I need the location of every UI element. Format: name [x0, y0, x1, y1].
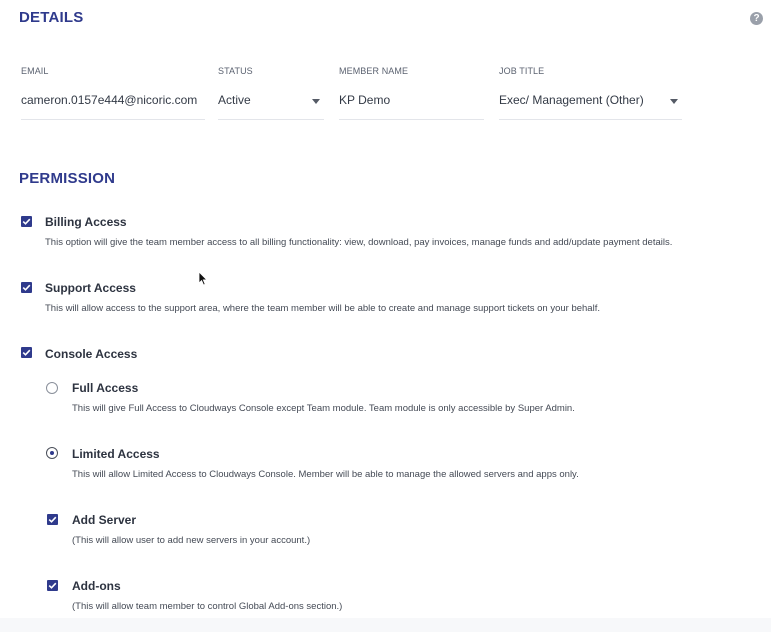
full-access-description: This will give Full Access to Cloudways …: [72, 403, 575, 414]
full-access-label[interactable]: Full Access: [72, 381, 138, 395]
add-server-label[interactable]: Add Server: [72, 513, 136, 527]
billing-access-description: This option will give the team member ac…: [45, 237, 673, 248]
chevron-down-icon: [670, 99, 678, 104]
addons-description: (This will allow team member to control …: [72, 601, 343, 612]
full-access-radio[interactable]: [46, 382, 58, 394]
status-field-group: STATUS Active: [218, 66, 324, 120]
help-icon[interactable]: ?: [750, 12, 763, 25]
addons-checkbox[interactable]: [47, 580, 58, 591]
status-label: STATUS: [218, 66, 253, 76]
job-title-label: JOB TITLE: [499, 66, 545, 76]
member-name-field-group: MEMBER NAME KP Demo: [339, 66, 484, 120]
limited-access-label[interactable]: Limited Access: [72, 447, 160, 461]
status-value: Active: [218, 93, 251, 107]
job-title-value: Exec/ Management (Other): [499, 93, 644, 107]
checkmark-icon: [22, 218, 31, 225]
email-field-group: EMAIL cameron.0157e444@nicoric.com: [21, 66, 205, 120]
support-access-description: This will allow access to the support ar…: [45, 303, 600, 314]
status-select[interactable]: Active: [218, 84, 324, 120]
mouse-cursor-icon: [198, 271, 208, 286]
limited-access-description: This will allow Limited Access to Cloudw…: [72, 469, 579, 480]
email-label: EMAIL: [21, 66, 49, 76]
console-access-checkbox[interactable]: [21, 347, 32, 358]
checkmark-icon: [22, 349, 31, 356]
job-title-select[interactable]: Exec/ Management (Other): [499, 84, 682, 120]
limited-access-radio[interactable]: [46, 447, 58, 459]
permission-heading: PERMISSION: [19, 170, 116, 187]
billing-access-checkbox[interactable]: [21, 216, 32, 227]
radio-selected-dot: [50, 451, 54, 455]
details-heading: DETAILS: [19, 9, 84, 26]
billing-access-label[interactable]: Billing Access: [45, 215, 127, 229]
console-access-label[interactable]: Console Access: [45, 347, 137, 361]
addons-label[interactable]: Add-ons: [72, 579, 121, 593]
add-server-checkbox[interactable]: [47, 514, 58, 525]
add-server-description: (This will allow user to add new servers…: [72, 535, 311, 546]
checkmark-icon: [48, 516, 57, 523]
member-name-label: MEMBER NAME: [339, 66, 409, 76]
support-access-label[interactable]: Support Access: [45, 281, 136, 295]
checkmark-icon: [22, 284, 31, 291]
support-access-checkbox[interactable]: [21, 282, 32, 293]
bottom-edge: [0, 618, 771, 632]
checkmark-icon: [48, 582, 57, 589]
email-input[interactable]: cameron.0157e444@nicoric.com: [21, 84, 205, 120]
member-name-input[interactable]: KP Demo: [339, 84, 484, 120]
job-title-field-group: JOB TITLE Exec/ Management (Other): [499, 66, 682, 120]
chevron-down-icon: [312, 99, 320, 104]
